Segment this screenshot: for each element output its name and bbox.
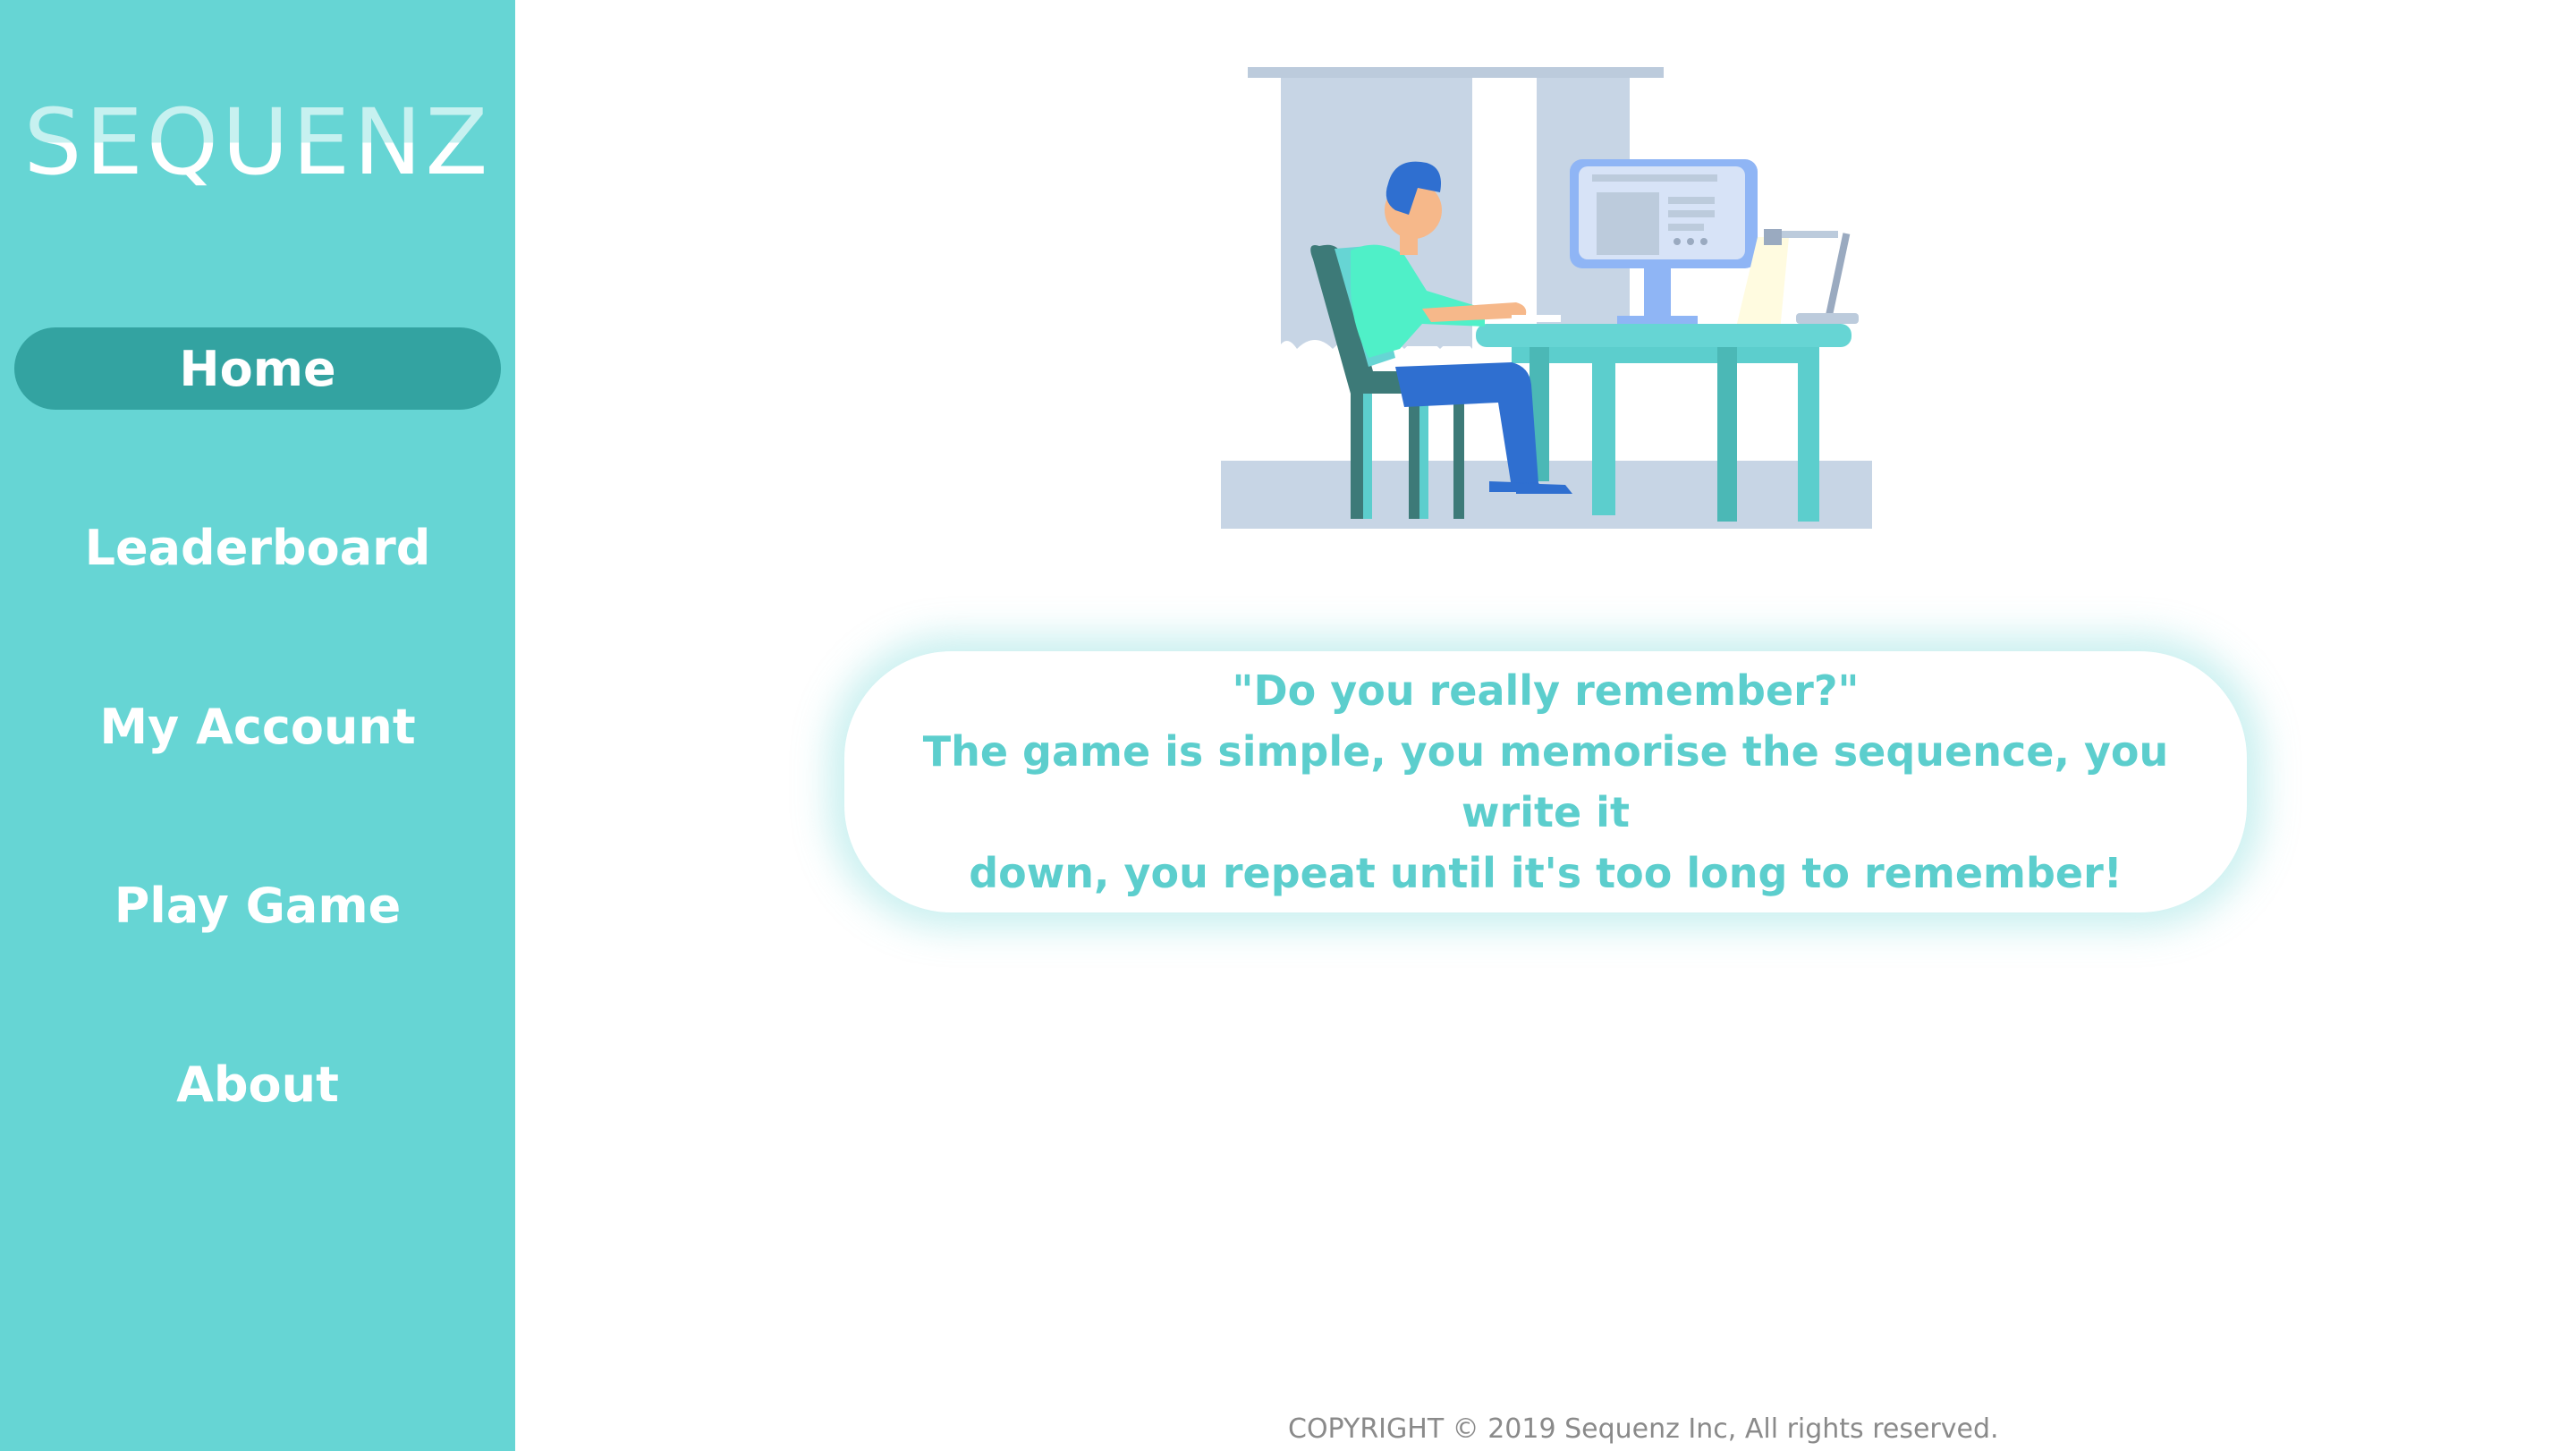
nav-item-leaderboard[interactable]: Leaderboard: [14, 506, 501, 589]
hero-illustration: [1221, 67, 1872, 529]
nav-item-my-account[interactable]: My Account: [14, 685, 501, 768]
quote-headline: "Do you really remember?": [1232, 666, 1860, 715]
quote-line-1: The game is simple, you memorise the seq…: [922, 727, 2169, 836]
brand-logo[interactable]: SEQUENZ: [0, 89, 515, 196]
footer-copyright: COPYRIGHT © 2019 Sequenz Inc, All rights…: [1288, 1413, 1999, 1445]
nav-item-home[interactable]: Home: [14, 327, 501, 410]
nav-item-about[interactable]: About: [14, 1043, 501, 1125]
app-root: SEQUENZ Home Leaderboard My Account Play…: [0, 0, 2576, 1451]
sidebar: SEQUENZ Home Leaderboard My Account Play…: [0, 0, 515, 1451]
nav-item-play-game[interactable]: Play Game: [14, 864, 501, 946]
quote-card: "Do you really remember?" The game is si…: [844, 651, 2247, 912]
quote-line-2: down, you repeat until it's too long to …: [969, 849, 2123, 897]
